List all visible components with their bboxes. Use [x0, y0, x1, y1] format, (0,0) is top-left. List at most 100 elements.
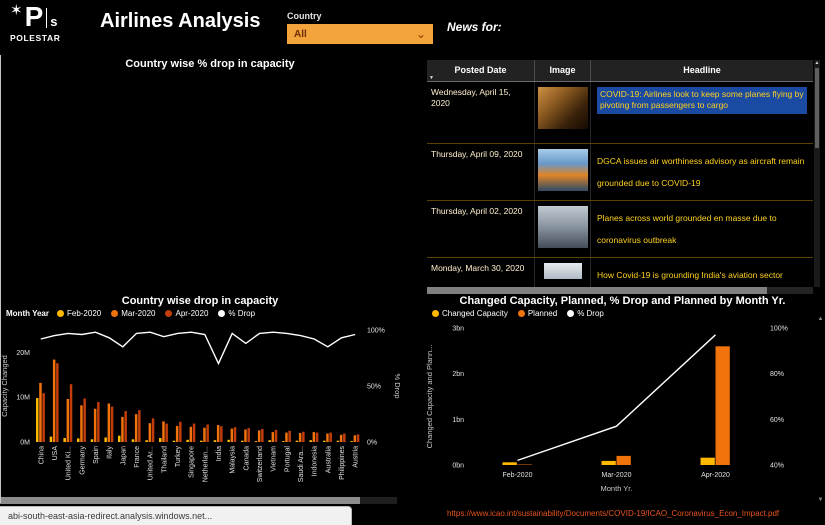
svg-text:China: China — [38, 446, 45, 464]
country-dropdown-value: All — [294, 28, 307, 40]
svg-text:10M: 10M — [16, 395, 30, 402]
svg-text:United Ki...: United Ki... — [66, 446, 73, 480]
news-headline-cell: COVID-19: Airlines look to keep some pla… — [591, 82, 813, 143]
news-vertical-scrollbar[interactable]: ▲ — [814, 60, 820, 287]
logo-divider — [46, 8, 48, 28]
news-headline-cell: DGCA issues air worthiness advisory as a… — [591, 144, 813, 200]
country-drop-chart-plot[interactable]: 0M 10M 20M 0% 50% 100% China USA United Ki... Ger… — [0, 320, 400, 496]
column-posted-date-label: Posted Date — [454, 65, 507, 75]
svg-text:Capacity Changed: Capacity Changed — [0, 355, 9, 417]
scroll-down-icon[interactable]: ▼ — [818, 497, 824, 504]
svg-text:France: France — [134, 446, 141, 468]
sort-descending-icon[interactable]: ▼ — [429, 75, 434, 81]
country-filter: Country All ⌄ — [287, 11, 433, 44]
logo-letter-s: s — [50, 14, 58, 29]
svg-text:20M: 20M — [16, 350, 30, 357]
news-headline-cell: How Covid-19 is grounding India's aviati… — [591, 258, 813, 287]
svg-text:Feb-2020: Feb-2020 — [503, 472, 533, 479]
news-table: Posted Date ▼ Image Headline Wednesday, … — [427, 60, 813, 287]
svg-text:Malaysia: Malaysia — [230, 446, 237, 474]
legend-item-mar-2020[interactable]: Mar-2020 — [111, 309, 155, 318]
country-drop-chart-legend: Month Year Feb-2020 Mar-2020 Apr-2020 % Dro… — [0, 307, 400, 320]
news-row[interactable]: Monday, March 30, 2020 How Covid-19 is g… — [427, 258, 813, 287]
svg-text:Italy: Italy — [107, 446, 114, 459]
legend-item-feb-2020[interactable]: Feb-2020 — [56, 309, 101, 318]
svg-text:100%: 100% — [367, 328, 385, 335]
legend-title: Month Year — [6, 309, 49, 318]
svg-text:USA: USA — [52, 446, 59, 461]
svg-text:Mar-2020: Mar-2020 — [602, 472, 632, 479]
legend-dot — [517, 310, 525, 317]
news-image-cell — [535, 82, 591, 143]
news-image — [537, 87, 588, 129]
svg-text:80%: 80% — [770, 371, 784, 378]
svg-text:Singapore: Singapore — [189, 446, 196, 478]
news-image-cell — [535, 144, 591, 200]
news-headline[interactable]: COVID-19: Airlines look to keep some pla… — [597, 87, 807, 114]
country-dropdown[interactable]: All ⌄ — [287, 24, 433, 44]
svg-text:0bn: 0bn — [452, 463, 464, 470]
scroll-up-icon[interactable]: ▲ — [818, 316, 824, 323]
svg-text:Spain: Spain — [93, 446, 100, 464]
svg-text:0%: 0% — [367, 440, 377, 447]
left-horizontal-scrollbar[interactable] — [0, 497, 397, 504]
month-capacity-chart-legend: Changed Capacity Planned % Drop — [420, 307, 825, 320]
news-row[interactable]: Wednesday, April 15, 2020 COVID-19: Airl… — [427, 82, 813, 144]
svg-text:Turkey: Turkey — [175, 446, 182, 468]
column-posted-date[interactable]: Posted Date ▼ — [427, 60, 535, 81]
month-capacity-chart: Changed Capacity, Planned, % Drop and Pl… — [420, 292, 825, 506]
svg-text:Australia: Australia — [325, 446, 332, 473]
svg-text:60%: 60% — [770, 417, 784, 424]
svg-text:Month Yr.: Month Yr. — [601, 484, 633, 493]
news-headline[interactable]: How Covid-19 is grounding India's aviati… — [597, 270, 783, 280]
svg-text:1bn: 1bn — [452, 417, 464, 424]
legend-dot — [432, 310, 439, 317]
svg-text:India: India — [216, 446, 223, 461]
column-image[interactable]: Image — [535, 60, 591, 81]
svg-text:Thailand: Thailand — [161, 446, 168, 473]
news-row[interactable]: Thursday, April 09, 2020 DGCA issues air… — [427, 144, 813, 201]
scrollbar-thumb[interactable] — [815, 68, 819, 148]
svg-text:100%: 100% — [770, 326, 788, 333]
month-capacity-chart-plot[interactable]: 0bn 1bn 2bn 3bn 40% 60% 80% 100% Feb-2020 Mar-202… — [420, 320, 825, 504]
svg-text:Changed Capacity and Plann...: Changed Capacity and Plann... — [425, 345, 434, 449]
legend-item--drop[interactable]: % Drop — [567, 309, 604, 318]
source-link[interactable]: https://www.icao.int/sustainability/Docu… — [447, 509, 779, 518]
svg-text:Saudi Ara...: Saudi Ara... — [298, 446, 305, 482]
news-image — [537, 149, 588, 191]
news-posted-date: Thursday, April 02, 2020 — [427, 201, 535, 257]
svg-text:Austria: Austria — [353, 446, 360, 468]
column-headline[interactable]: Headline — [591, 60, 813, 81]
news-image-cell — [535, 201, 591, 257]
legend-item-planned[interactable]: Planned — [517, 309, 557, 318]
star-icon: ✶ — [10, 2, 23, 19]
news-headline[interactable]: Planes across world grounded en masse du… — [597, 213, 777, 245]
polestar-logo: ✶ P s POLESTAR — [10, 2, 80, 44]
legend-item-apr-2020[interactable]: Apr-2020 — [165, 309, 208, 318]
chevron-down-icon: ⌄ — [415, 27, 426, 41]
news-row[interactable]: Thursday, April 02, 2020 Planes across w… — [427, 201, 813, 258]
svg-text:Vietnam: Vietnam — [271, 446, 278, 472]
page-vertical-scrollbar[interactable]: ▲ ▼ — [817, 316, 824, 504]
news-image — [537, 206, 588, 248]
svg-text:Indonesia: Indonesia — [312, 446, 319, 476]
news-table-header: Posted Date ▼ Image Headline — [427, 60, 813, 82]
svg-text:40%: 40% — [770, 463, 784, 470]
scroll-up-icon[interactable]: ▲ — [814, 60, 820, 67]
scrollbar-thumb[interactable] — [0, 497, 360, 504]
svg-text:Japan: Japan — [120, 446, 127, 465]
news-for-label: News for: — [447, 20, 502, 34]
svg-text:United Ar...: United Ar... — [148, 446, 155, 480]
svg-text:Apr-2020: Apr-2020 — [701, 472, 730, 479]
svg-text:Canada: Canada — [243, 446, 250, 471]
logo-mark: ✶ P s — [10, 2, 80, 31]
news-image-cell — [535, 258, 591, 287]
news-image — [543, 263, 582, 279]
news-posted-date: Wednesday, April 15, 2020 — [427, 82, 535, 143]
capacity-map-visual[interactable]: Country wise % drop in capacity — [0, 55, 420, 287]
country-filter-label: Country — [287, 11, 322, 21]
legend-item-changed-capacity[interactable]: Changed Capacity — [432, 309, 508, 318]
airlines-dashboard: ✶ P s POLESTAR Airlines Analysis Country… — [0, 0, 825, 525]
legend-item--drop[interactable]: % Drop — [218, 309, 255, 318]
news-headline[interactable]: DGCA issues air worthiness advisory as a… — [597, 156, 804, 188]
